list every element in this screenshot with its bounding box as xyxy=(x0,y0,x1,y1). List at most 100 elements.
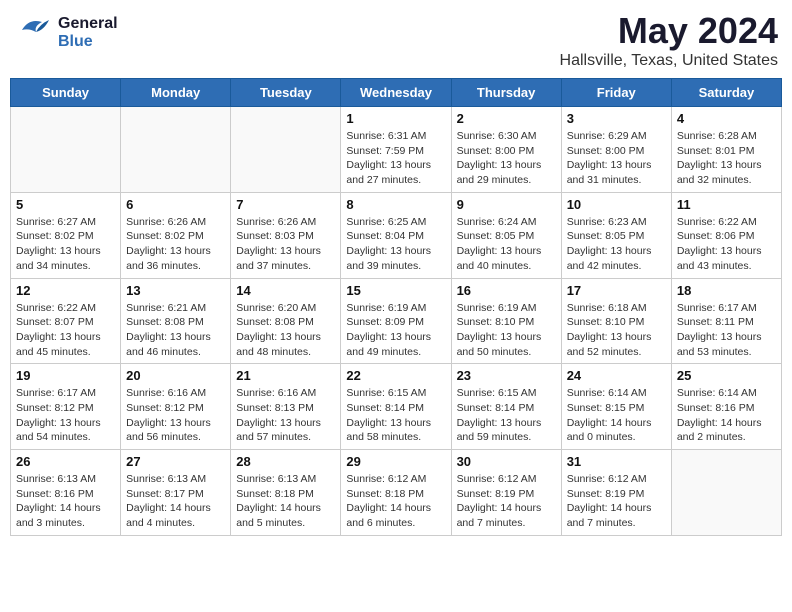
calendar-cell: 3 Sunrise: 6:29 AM Sunset: 8:00 PM Daylig… xyxy=(561,107,671,193)
day-info: Sunrise: 6:21 AM Sunset: 8:08 PM Dayligh… xyxy=(126,301,225,360)
day-info: Sunrise: 6:26 AM Sunset: 8:03 PM Dayligh… xyxy=(236,215,335,274)
calendar-cell: 30 Sunrise: 6:12 AM Sunset: 8:19 PM Dayli… xyxy=(451,450,561,536)
day-info: Sunrise: 6:13 AM Sunset: 8:16 PM Dayligh… xyxy=(16,472,115,531)
day-info: Sunrise: 6:16 AM Sunset: 8:12 PM Dayligh… xyxy=(126,386,225,445)
day-header-wednesday: Wednesday xyxy=(341,79,451,107)
calendar-cell: 11 Sunrise: 6:22 AM Sunset: 8:06 PM Dayli… xyxy=(671,192,781,278)
day-info: Sunrise: 6:29 AM Sunset: 8:00 PM Dayligh… xyxy=(567,129,666,188)
day-number: 25 xyxy=(677,368,776,383)
day-number: 18 xyxy=(677,283,776,298)
calendar-cell: 21 Sunrise: 6:16 AM Sunset: 8:13 PM Dayli… xyxy=(231,364,341,450)
calendar-cell: 26 Sunrise: 6:13 AM Sunset: 8:16 PM Dayli… xyxy=(11,450,121,536)
calendar-cell xyxy=(11,107,121,193)
calendar-cell: 18 Sunrise: 6:17 AM Sunset: 8:11 PM Dayli… xyxy=(671,278,781,364)
day-number: 19 xyxy=(16,368,115,383)
day-info: Sunrise: 6:17 AM Sunset: 8:12 PM Dayligh… xyxy=(16,386,115,445)
calendar-cell xyxy=(121,107,231,193)
day-header-saturday: Saturday xyxy=(671,79,781,107)
day-number: 26 xyxy=(16,454,115,469)
calendar-cell: 2 Sunrise: 6:30 AM Sunset: 8:00 PM Daylig… xyxy=(451,107,561,193)
day-number: 15 xyxy=(346,283,445,298)
day-header-monday: Monday xyxy=(121,79,231,107)
day-info: Sunrise: 6:19 AM Sunset: 8:09 PM Dayligh… xyxy=(346,301,445,360)
day-number: 4 xyxy=(677,111,776,126)
logo: General Blue xyxy=(14,10,118,55)
day-number: 24 xyxy=(567,368,666,383)
main-title: May 2024 xyxy=(560,10,778,52)
day-info: Sunrise: 6:30 AM Sunset: 8:00 PM Dayligh… xyxy=(457,129,556,188)
page-header: General Blue May 2024 Hallsville, Texas,… xyxy=(10,10,782,70)
calendar-cell: 6Sunrise: 6:26 AM Sunset: 8:02 PM Daylig… xyxy=(121,192,231,278)
day-number: 2 xyxy=(457,111,556,126)
day-info: Sunrise: 6:13 AM Sunset: 8:18 PM Dayligh… xyxy=(236,472,335,531)
calendar-week-5: 26 Sunrise: 6:13 AM Sunset: 8:16 PM Dayli… xyxy=(11,450,782,536)
calendar-cell: 24Sunrise: 6:14 AM Sunset: 8:15 PM Dayli… xyxy=(561,364,671,450)
calendar-cell: 1 Sunrise: 6:31 AM Sunset: 7:59 PM Daylig… xyxy=(341,107,451,193)
day-info: Sunrise: 6:15 AM Sunset: 8:14 PM Dayligh… xyxy=(457,386,556,445)
day-number: 17 xyxy=(567,283,666,298)
day-number: 13 xyxy=(126,283,225,298)
subtitle: Hallsville, Texas, United States xyxy=(560,52,778,70)
day-number: 1 xyxy=(346,111,445,126)
calendar-week-1: 1 Sunrise: 6:31 AM Sunset: 7:59 PM Daylig… xyxy=(11,107,782,193)
logo-general: General xyxy=(58,15,118,33)
day-info: Sunrise: 6:16 AM Sunset: 8:13 PM Dayligh… xyxy=(236,386,335,445)
calendar-cell: 15 Sunrise: 6:19 AM Sunset: 8:09 PM Dayli… xyxy=(341,278,451,364)
day-header-thursday: Thursday xyxy=(451,79,561,107)
day-info: Sunrise: 6:15 AM Sunset: 8:14 PM Dayligh… xyxy=(346,386,445,445)
calendar-header: SundayMondayTuesdayWednesdayThursdayFrid… xyxy=(11,79,782,107)
day-number: 30 xyxy=(457,454,556,469)
calendar-cell xyxy=(671,450,781,536)
calendar-cell: 13 Sunrise: 6:21 AM Sunset: 8:08 PM Dayli… xyxy=(121,278,231,364)
calendar-body: 1 Sunrise: 6:31 AM Sunset: 7:59 PM Daylig… xyxy=(11,107,782,536)
day-number: 3 xyxy=(567,111,666,126)
day-info: Sunrise: 6:22 AM Sunset: 8:07 PM Dayligh… xyxy=(16,301,115,360)
calendar-cell: 27 Sunrise: 6:13 AM Sunset: 8:17 PM Dayli… xyxy=(121,450,231,536)
day-info: Sunrise: 6:14 AM Sunset: 8:16 PM Dayligh… xyxy=(677,386,776,445)
day-info: Sunrise: 6:12 AM Sunset: 8:19 PM Dayligh… xyxy=(567,472,666,531)
calendar-cell xyxy=(231,107,341,193)
day-number: 8 xyxy=(346,197,445,212)
day-info: Sunrise: 6:12 AM Sunset: 8:19 PM Dayligh… xyxy=(457,472,556,531)
day-number: 28 xyxy=(236,454,335,469)
logo-text: General Blue xyxy=(58,15,118,50)
day-info: Sunrise: 6:19 AM Sunset: 8:10 PM Dayligh… xyxy=(457,301,556,360)
calendar-cell: 12Sunrise: 6:22 AM Sunset: 8:07 PM Dayli… xyxy=(11,278,121,364)
day-number: 21 xyxy=(236,368,335,383)
day-info: Sunrise: 6:13 AM Sunset: 8:17 PM Dayligh… xyxy=(126,472,225,531)
calendar-cell: 8 Sunrise: 6:25 AM Sunset: 8:04 PM Daylig… xyxy=(341,192,451,278)
day-number: 16 xyxy=(457,283,556,298)
day-number: 7 xyxy=(236,197,335,212)
day-header-friday: Friday xyxy=(561,79,671,107)
day-number: 5 xyxy=(16,197,115,212)
day-number: 27 xyxy=(126,454,225,469)
calendar-cell: 22 Sunrise: 6:15 AM Sunset: 8:14 PM Dayli… xyxy=(341,364,451,450)
calendar-week-4: 19 Sunrise: 6:17 AM Sunset: 8:12 PM Dayli… xyxy=(11,364,782,450)
day-info: Sunrise: 6:27 AM Sunset: 8:02 PM Dayligh… xyxy=(16,215,115,274)
day-number: 22 xyxy=(346,368,445,383)
day-number: 29 xyxy=(346,454,445,469)
calendar-table: SundayMondayTuesdayWednesdayThursdayFrid… xyxy=(10,78,782,536)
day-number: 14 xyxy=(236,283,335,298)
day-info: Sunrise: 6:17 AM Sunset: 8:11 PM Dayligh… xyxy=(677,301,776,360)
calendar-week-3: 12Sunrise: 6:22 AM Sunset: 8:07 PM Dayli… xyxy=(11,278,782,364)
day-number: 20 xyxy=(126,368,225,383)
day-info: Sunrise: 6:18 AM Sunset: 8:10 PM Dayligh… xyxy=(567,301,666,360)
calendar-cell: 10Sunrise: 6:23 AM Sunset: 8:05 PM Dayli… xyxy=(561,192,671,278)
day-number: 11 xyxy=(677,197,776,212)
day-info: Sunrise: 6:22 AM Sunset: 8:06 PM Dayligh… xyxy=(677,215,776,274)
title-area: May 2024 Hallsville, Texas, United State… xyxy=(560,10,778,70)
logo-blue: Blue xyxy=(58,33,118,51)
calendar-cell: 28 Sunrise: 6:13 AM Sunset: 8:18 PM Dayli… xyxy=(231,450,341,536)
day-info: Sunrise: 6:12 AM Sunset: 8:18 PM Dayligh… xyxy=(346,472,445,531)
day-info: Sunrise: 6:31 AM Sunset: 7:59 PM Dayligh… xyxy=(346,129,445,188)
calendar-cell: 19 Sunrise: 6:17 AM Sunset: 8:12 PM Dayli… xyxy=(11,364,121,450)
day-info: Sunrise: 6:28 AM Sunset: 8:01 PM Dayligh… xyxy=(677,129,776,188)
day-info: Sunrise: 6:23 AM Sunset: 8:05 PM Dayligh… xyxy=(567,215,666,274)
logo-icon xyxy=(14,10,54,55)
day-info: Sunrise: 6:20 AM Sunset: 8:08 PM Dayligh… xyxy=(236,301,335,360)
calendar-cell: 17 Sunrise: 6:18 AM Sunset: 8:10 PM Dayli… xyxy=(561,278,671,364)
calendar-cell: 9Sunrise: 6:24 AM Sunset: 8:05 PM Daylig… xyxy=(451,192,561,278)
calendar-cell: 5 Sunrise: 6:27 AM Sunset: 8:02 PM Daylig… xyxy=(11,192,121,278)
day-info: Sunrise: 6:25 AM Sunset: 8:04 PM Dayligh… xyxy=(346,215,445,274)
